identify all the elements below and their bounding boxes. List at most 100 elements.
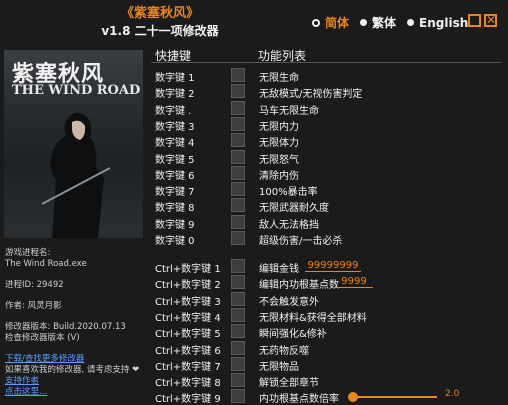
- cheat-name: 无药物反噬: [259, 345, 309, 357]
- cover-subtitle: THE WIND ROAD: [12, 83, 141, 98]
- cheat-name: 无限物品: [259, 361, 299, 373]
- lang-traditional[interactable]: 繁体: [360, 14, 396, 31]
- cheat-row: 数字键 6 清除内伤: [155, 165, 505, 182]
- trainer-version: v1.8 二十一项修改器: [101, 24, 219, 38]
- toggle-switch[interactable]: [231, 231, 245, 245]
- cheat-name: 无限材料&获得全部材料: [259, 312, 367, 324]
- cheat-row: Ctrl+数字键 1 编辑金钱 99999999: [155, 258, 505, 275]
- hotkey-label: 数字键 7: [155, 187, 195, 199]
- cheat-row: Ctrl+数字键 4 无限材料&获得全部材料: [155, 307, 505, 324]
- process-id: 进程ID: 29492: [5, 280, 64, 290]
- cheat-row: 数字键 0 超级伤害/一击必杀: [155, 230, 505, 247]
- cheat-row: Ctrl+数字键 6 无药物反噬: [155, 340, 505, 357]
- hotkey-label: Ctrl+数字键 1: [155, 264, 221, 275]
- hotkey-label: 数字键 4: [155, 138, 195, 150]
- cheat-row: Ctrl+数字键 9 内功根基点数倍率 2.0: [155, 388, 505, 405]
- radio-selected-icon: [312, 18, 320, 27]
- hotkey-label: 数字键 .: [155, 105, 192, 117]
- minimize-button[interactable]: _: [468, 14, 481, 27]
- hotkey-label: Ctrl+数字键 4: [155, 312, 221, 324]
- hotkey-label: 数字键 2: [155, 89, 195, 101]
- hotkey-label: 数字键 9: [155, 219, 195, 231]
- toggle-switch[interactable]: [231, 116, 245, 131]
- cheat-row: Ctrl+数字键 7 无限物品: [155, 356, 505, 373]
- multiplier-slider[interactable]: [348, 392, 437, 403]
- hotkey-label: 数字键 0: [155, 236, 195, 247]
- download-more-link[interactable]: 下载/查找更多修改器: [5, 354, 145, 365]
- game-title: 《紫塞秋风》: [120, 6, 199, 21]
- toggle-switch[interactable]: [231, 149, 245, 164]
- title-block: 《紫塞秋风》 v1.8 二十一项修改器: [60, 6, 260, 39]
- toggle-switch[interactable]: [231, 291, 245, 306]
- hotkey-label: Ctrl+数字键 2: [155, 280, 221, 292]
- support-author-link[interactable]: 支持作者: [5, 376, 145, 387]
- language-selector: 简体 繁体 English: [312, 14, 479, 31]
- toggle-switch[interactable]: [231, 84, 245, 99]
- toggle-switch[interactable]: [231, 373, 245, 388]
- lang-label: 简体: [325, 16, 350, 30]
- lang-label: English: [419, 15, 469, 30]
- toggle-switch[interactable]: [231, 214, 245, 229]
- process-label: 游戏进程名:: [5, 248, 51, 258]
- cheat-row: 数字键 . 马车无限生命: [155, 100, 505, 117]
- value-input[interactable]: 9999: [335, 274, 373, 289]
- hotkey-label: Ctrl+数字键 5: [155, 329, 221, 341]
- close-button[interactable]: ✕: [484, 14, 497, 27]
- cheat-name: 不会触发意外: [259, 296, 319, 308]
- toggle-switch[interactable]: [231, 340, 245, 355]
- cheat-name: 敌人无法格挡: [259, 219, 319, 231]
- cheat-name: 无敌模式/无视伤害判定: [259, 89, 363, 101]
- lang-label: 繁体: [372, 16, 397, 30]
- toggle-switch[interactable]: [231, 100, 245, 115]
- cheat-row: 数字键 4 无限体力: [155, 132, 505, 150]
- toggle-switch[interactable]: [231, 259, 245, 273]
- toggle-switch[interactable]: [231, 307, 245, 322]
- cheat-name: 瞬间强化&修补: [259, 329, 327, 341]
- slider-value: 2.0: [445, 389, 460, 400]
- cheat-name: 解锁全部章节: [259, 378, 319, 390]
- toggle-switch[interactable]: [231, 324, 245, 339]
- radio-icon: [360, 19, 368, 26]
- trainer-build: 修改器版本: Build.2020.07.13: [5, 322, 126, 332]
- cheat-row: 数字键 5 无限怒气: [155, 149, 505, 166]
- cheat-row: 数字键 2 无敌模式/无视伤害判定: [155, 83, 505, 101]
- cheat-name: 超级伤害/一击必杀: [259, 236, 343, 247]
- cheat-row: 数字键 3 无限内力: [155, 116, 505, 133]
- hotkey-label: 数字键 6: [155, 170, 195, 182]
- value-input[interactable]: 99999999: [305, 258, 361, 272]
- cheat-row: 数字键 7 100%暴击率: [155, 181, 505, 199]
- cheat-row: 数字键 9 敌人无法格挡: [155, 214, 505, 231]
- process-info: 游戏进程名: The Wind Road.exe 进程ID: 29492 作者:…: [5, 248, 145, 398]
- cheat-name: 无限体力: [259, 138, 299, 150]
- lang-simplified[interactable]: 简体: [312, 14, 349, 31]
- toggle-switch[interactable]: [231, 356, 245, 371]
- toggle-switch[interactable]: [231, 182, 245, 197]
- toggle-switch[interactable]: [231, 389, 245, 404]
- author: 作者: 风灵月影: [5, 301, 62, 311]
- cheat-name: 100%暴击率: [259, 187, 318, 199]
- cheat-name: 无限生命: [259, 73, 299, 84]
- cheat-row: Ctrl+数字键 3 不会触发意外: [155, 291, 505, 308]
- check-version-link[interactable]: 检查修改器版本 (V): [5, 333, 145, 344]
- cheat-row: Ctrl+数字键 2 编辑内功根基点数 9999: [155, 274, 505, 292]
- game-cover-image: 紫塞秋风 THE WIND ROAD: [4, 50, 143, 238]
- toggle-switch[interactable]: [231, 198, 245, 213]
- lang-english[interactable]: English: [407, 16, 468, 30]
- slider-thumb[interactable]: [348, 392, 358, 403]
- toggle-switch[interactable]: [231, 133, 245, 148]
- hotkey-label: Ctrl+数字键 9: [155, 394, 221, 405]
- extra-link[interactable]: 点击这里...: [5, 387, 145, 398]
- toggle-switch[interactable]: [231, 165, 245, 180]
- toggle-switch[interactable]: [231, 275, 245, 290]
- hotkey-label: Ctrl+数字键 6: [155, 345, 221, 357]
- cheat-row: Ctrl+数字键 5 瞬间强化&修补: [155, 323, 505, 341]
- hotkey-label: 数字键 1: [155, 73, 195, 84]
- cheat-name: 无限怒气: [259, 154, 299, 166]
- process-name: The Wind Road.exe: [5, 259, 87, 269]
- cheat-row: Ctrl+数字键 8 解锁全部章节: [155, 372, 505, 390]
- toggle-switch[interactable]: [231, 68, 245, 82]
- hotkey-label: 数字键 3: [155, 121, 195, 133]
- header-divider: [151, 62, 501, 63]
- cheat-row: 数字键 1 无限生命: [155, 67, 505, 84]
- cheat-name: 无限武器耐久度: [259, 203, 329, 215]
